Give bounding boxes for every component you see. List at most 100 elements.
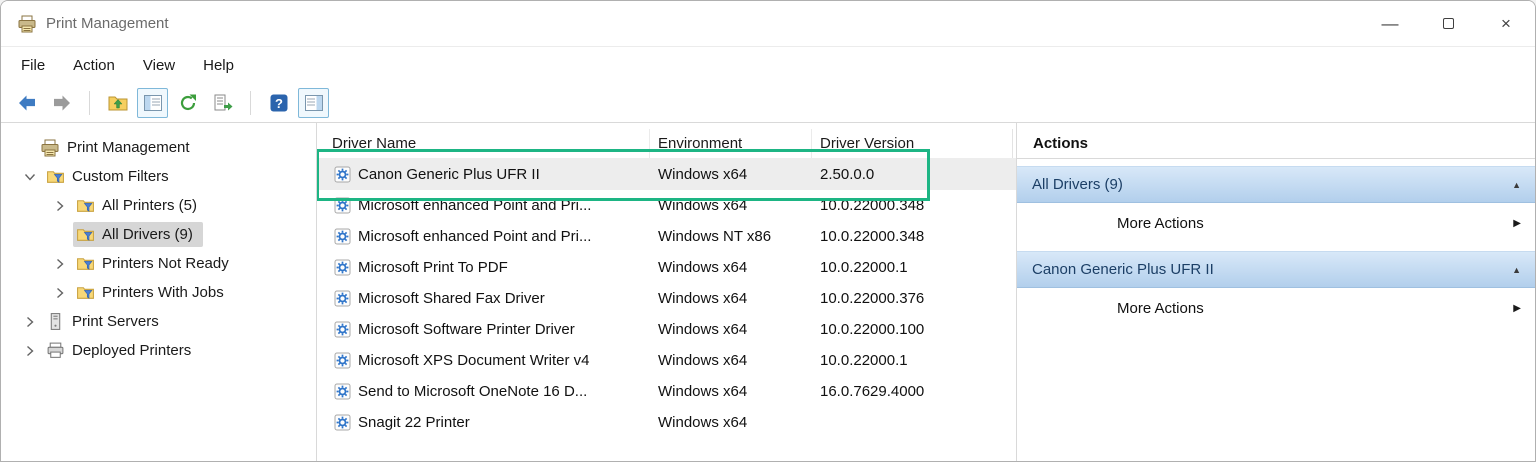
environment-cell: Windows x64 <box>650 321 812 338</box>
tree-item-custom-filters[interactable]: Custom Filters <box>1 162 316 191</box>
menu-view[interactable]: View <box>129 57 189 74</box>
action-item-more-actions[interactable]: More Actions ▶ <box>1017 203 1535 244</box>
tree-item-print-servers[interactable]: Print Servers <box>1 307 316 336</box>
driver-row-microsoft-print-to-pdf[interactable]: Microsoft Print To PDF Windows x64 10.0.22… <box>317 252 1016 283</box>
menu-action[interactable]: Action <box>59 57 129 74</box>
environment-value: Windows x64 <box>658 166 748 183</box>
tree-item-label: All Drivers (9) <box>102 226 193 243</box>
driver-version-value: 10.0.22000.376 <box>820 290 925 307</box>
tree-item-all-printers-5[interactable]: All Printers (5) <box>1 191 316 220</box>
chevron-right-icon[interactable] <box>47 285 73 301</box>
tree-item-body[interactable]: Deployed Printers <box>43 338 201 363</box>
driver-version-cell: 10.0.22000.100 <box>812 321 1013 338</box>
environment-cell: Windows NT x86 <box>650 228 812 245</box>
tree-item-all-drivers-9[interactable]: All Drivers (9) <box>1 220 316 249</box>
print-management-icon <box>17 14 37 34</box>
environment-cell: Windows x64 <box>650 383 812 400</box>
tree-item-body[interactable]: All Printers (5) <box>73 193 207 218</box>
environment-value: Windows x64 <box>658 414 748 431</box>
minimize-icon: — <box>1381 13 1399 33</box>
column-header-driver-version[interactable]: Driver Version <box>812 129 1013 158</box>
action-item-label: More Actions <box>1117 215 1204 232</box>
tree-item-body[interactable]: Printers With Jobs <box>73 280 234 305</box>
maximize-icon <box>1442 18 1454 29</box>
chevron-down-icon[interactable] <box>17 169 43 185</box>
collapse-icon[interactable]: ▲ <box>1512 265 1521 275</box>
tree-item-deployed-printers[interactable]: Deployed Printers <box>1 336 316 365</box>
up-level-button[interactable] <box>102 88 133 118</box>
driver-row-send-to-microsoft-onenote-16-d[interactable]: Send to Microsoft OneNote 16 D... Windows… <box>317 376 1016 407</box>
driver-row-microsoft-shared-fax-driver[interactable]: Microsoft Shared Fax Driver Windows x64 10… <box>317 283 1016 314</box>
help-button[interactable]: ? <box>263 88 294 118</box>
driver-version-value: 10.0.22000.100 <box>820 321 925 338</box>
driver-row-microsoft-enhanced-point-and-pri[interactable]: Microsoft enhanced Point and Pri... Windo… <box>317 221 1016 252</box>
actions-pane-title: Actions <box>1017 129 1535 159</box>
maximize-button[interactable] <box>1419 1 1477 46</box>
action-section-title: Canon Generic Plus UFR II <box>1032 261 1214 278</box>
chevron-right-icon[interactable] <box>17 343 43 359</box>
window-title: Print Management <box>46 15 169 32</box>
driver-version-value: 10.0.22000.1 <box>820 259 908 276</box>
chevron-right-icon[interactable] <box>47 256 73 272</box>
driver-name-cell: Canon Generic Plus UFR II <box>317 166 650 183</box>
tree-item-label: All Printers (5) <box>102 197 198 214</box>
console-tree: Print Management Custom Filters All Printe… <box>1 133 316 365</box>
help-icon: ? <box>268 92 290 114</box>
action-item-more-actions[interactable]: More Actions ▶ <box>1017 288 1535 329</box>
column-header-environment[interactable]: Environment <box>650 129 812 158</box>
toolbar-separator <box>250 90 251 115</box>
driver-name-cell: Microsoft XPS Document Writer v4 <box>317 352 650 369</box>
tree-item-print-management[interactable]: Print Management <box>1 133 316 162</box>
export-list-button[interactable] <box>207 88 238 118</box>
console-tree-icon <box>142 92 164 114</box>
driver-icon <box>334 321 351 338</box>
back-button[interactable] <box>11 88 42 118</box>
minimize-button[interactable]: — <box>1361 1 1419 46</box>
action-pane-toggle-button[interactable] <box>298 87 329 118</box>
driver-row-canon-generic-plus-ufr-ii[interactable]: Canon Generic Plus UFR II Windows x64 2.50… <box>317 159 1016 190</box>
actions-sections: All Drivers (9) ▲ More Actions ▶ Canon Gener… <box>1017 159 1535 329</box>
tree-item-printers-not-ready[interactable]: Printers Not Ready <box>1 249 316 278</box>
driver-name-cell: Send to Microsoft OneNote 16 D... <box>317 383 650 400</box>
filter-folder-icon <box>76 196 95 215</box>
driver-row-microsoft-software-printer-driver[interactable]: Microsoft Software Printer Driver Windows… <box>317 314 1016 345</box>
title-bar: Print Management — × <box>1 1 1535 47</box>
driver-row-snagit-22-printer[interactable]: Snagit 22 Printer Windows x64 <box>317 407 1016 438</box>
driver-name: Microsoft enhanced Point and Pri... <box>358 228 592 245</box>
column-header-label: Driver Version <box>820 135 915 152</box>
driver-name: Microsoft Shared Fax Driver <box>358 290 545 307</box>
close-button[interactable]: × <box>1477 1 1535 46</box>
back-icon <box>16 92 38 114</box>
tree-item-body[interactable]: All Drivers (9) <box>73 222 203 247</box>
chevron-right-icon[interactable] <box>47 198 73 214</box>
list-header: Driver Name Environment Driver Version <box>317 129 1016 159</box>
tree-item-label: Deployed Printers <box>72 342 192 359</box>
driver-icon <box>334 166 351 183</box>
tree-item-body[interactable]: Custom Filters <box>43 164 179 189</box>
tree-item-body[interactable]: Printers Not Ready <box>73 251 239 276</box>
tree-item-printers-with-jobs[interactable]: Printers With Jobs <box>1 278 316 307</box>
tree-item-body[interactable]: Print Management <box>37 135 200 161</box>
driver-version-value: 16.0.7629.4000 <box>820 383 925 400</box>
driver-icon <box>334 290 351 307</box>
forward-button[interactable] <box>46 88 77 118</box>
refresh-button[interactable] <box>172 88 203 118</box>
actions-pane: Actions All Drivers (9) ▲ More Actions ▶ Can… <box>1017 123 1535 461</box>
column-header-label: Driver Name <box>332 135 417 152</box>
collapse-icon[interactable]: ▲ <box>1512 180 1521 190</box>
chevron-right-icon[interactable] <box>17 314 43 330</box>
driver-row-microsoft-xps-document-writer-v4[interactable]: Microsoft XPS Document Writer v4 Windows … <box>317 345 1016 376</box>
driver-name: Canon Generic Plus UFR II <box>358 166 540 183</box>
menu-help[interactable]: Help <box>189 57 248 74</box>
driver-row-microsoft-enhanced-point-and-pri[interactable]: Microsoft enhanced Point and Pri... Windo… <box>317 190 1016 221</box>
console-tree-toggle-button[interactable] <box>137 87 168 118</box>
menu-file[interactable]: File <box>7 57 59 74</box>
action-section-header-canon-generic-plus-ufr-ii[interactable]: Canon Generic Plus UFR II ▲ <box>1017 251 1535 288</box>
action-section-header-all-drivers-9[interactable]: All Drivers (9) ▲ <box>1017 166 1535 203</box>
print-management-window: Print Management — × File Action View Help … <box>0 0 1536 462</box>
tree-item-body[interactable]: Print Servers <box>43 309 169 334</box>
driver-version-value: 10.0.22000.348 <box>820 197 925 214</box>
column-header-driver-name[interactable]: Driver Name <box>317 129 650 158</box>
environment-cell: Windows x64 <box>650 290 812 307</box>
environment-value: Windows x64 <box>658 259 748 276</box>
